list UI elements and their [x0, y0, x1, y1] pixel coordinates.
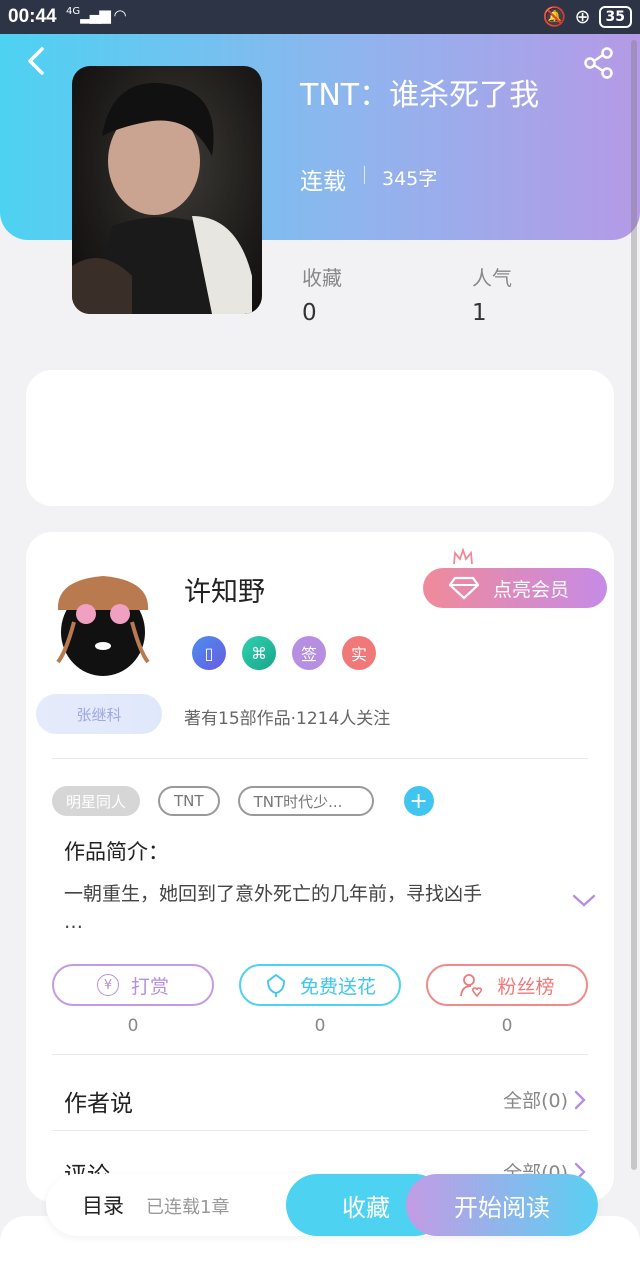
tag-list: 明星同人 TNT TNT时代少... +: [52, 786, 434, 816]
author-avatar[interactable]: [46, 562, 160, 676]
intro-text-line: 一朝重生，她回到了意外死亡的几年前，寻找凶手: [64, 883, 483, 905]
popularity-count: 1: [472, 300, 487, 326]
lock-rotation-icon: ⊕: [574, 5, 591, 28]
divider: [52, 1130, 588, 1131]
status-bar: 00:44 4G▂▄▆ ◠ 🔕 ⊕ 35: [0, 0, 640, 34]
author-name: 许知野: [184, 577, 265, 608]
mute-bell-icon: 🔕: [542, 6, 567, 28]
author-card: 许知野 点亮会员 ▯ ⌘ 签 实 张继科 著有15部作品·1214人关注 明星同…: [26, 532, 614, 1202]
book-cover-image[interactable]: [72, 66, 262, 314]
wifi-icon: ◠: [113, 6, 127, 24]
fan-ranking-count: 0: [501, 1016, 513, 1036]
chevron-down-icon[interactable]: [572, 894, 596, 908]
handshake-badge-icon[interactable]: ⌘: [242, 636, 276, 670]
reward-count: 0: [127, 1016, 139, 1036]
author-says-title: 作者说: [64, 1091, 133, 1117]
activate-membership-button[interactable]: 点亮会员: [423, 568, 607, 608]
intro-heading: 作品简介：: [64, 840, 169, 864]
intro-text: 一朝重生，她回到了意外死亡的几年前，寻找凶手 …: [64, 880, 534, 936]
author-stats: 著有15部作品·1214人关注: [184, 709, 391, 729]
start-reading-button[interactable]: 开始阅读: [406, 1174, 598, 1236]
catalog-button[interactable]: 目录: [82, 1190, 124, 1220]
reward-label: 打赏: [130, 975, 169, 998]
scrollbar[interactable]: [631, 40, 637, 1170]
favorites-label: 收藏: [302, 266, 342, 290]
favorites-count: 0: [302, 300, 317, 326]
signal-icon: 4G▂▄▆ ◠: [66, 6, 127, 24]
crown-icon: [453, 548, 473, 565]
tag-chip[interactable]: 明星同人: [52, 786, 141, 816]
add-tag-icon[interactable]: +: [403, 786, 434, 816]
serial-status: 连载: [300, 169, 346, 195]
chapter-count: 已连载1章: [146, 1197, 230, 1218]
yen-icon: ¥: [96, 974, 119, 996]
flower-count: 0: [314, 1016, 326, 1036]
word-count: 345字: [382, 168, 438, 190]
network-type: 4G: [66, 6, 81, 17]
share-icon[interactable]: [582, 46, 616, 80]
fan-tag-card[interactable]: 张继科: [36, 694, 162, 734]
reward-button[interactable]: ¥ 打赏: [52, 964, 214, 1006]
author-says-more[interactable]: 全部(0): [503, 1086, 586, 1113]
book-title: TNT：谁杀死了我: [300, 78, 540, 113]
intro-ellipsis: …: [64, 911, 83, 933]
author-badges: ▯ ⌘ 签 实: [192, 636, 376, 670]
send-flower-button[interactable]: 免费送花: [239, 964, 401, 1006]
author-says-count: 全部(0): [503, 1090, 568, 1112]
status-time: 00:44: [8, 6, 57, 27]
popularity-label: 人气: [472, 266, 512, 290]
verified-badge[interactable]: 实: [342, 636, 376, 670]
diamond-icon: [449, 576, 479, 600]
flower-label: 免费送花: [299, 975, 376, 998]
divider: [52, 758, 588, 759]
fan-ranking-label: 粉丝榜: [497, 975, 555, 998]
divider: [52, 1054, 588, 1055]
empty-card: [26, 370, 614, 506]
back-icon[interactable]: [22, 44, 52, 78]
status-right: 🔕 ⊕ 35: [543, 5, 632, 28]
phone-badge-icon[interactable]: ▯: [192, 636, 226, 670]
tag-chip[interactable]: TNT: [158, 786, 220, 816]
status-divider: [364, 166, 365, 184]
bottom-action-bar: 目录 已连载1章 收藏 开始阅读: [46, 1174, 598, 1236]
chevron-right-icon: [574, 1090, 586, 1109]
battery-icon: 35: [598, 5, 632, 28]
signed-badge[interactable]: 签: [292, 636, 326, 670]
fan-ranking-button[interactable]: 粉丝榜: [426, 964, 588, 1006]
tag-chip[interactable]: TNT时代少...: [237, 786, 374, 816]
vip-label: 点亮会员: [493, 578, 570, 601]
user-heart-icon: [460, 974, 483, 998]
flower-icon: [267, 973, 285, 997]
